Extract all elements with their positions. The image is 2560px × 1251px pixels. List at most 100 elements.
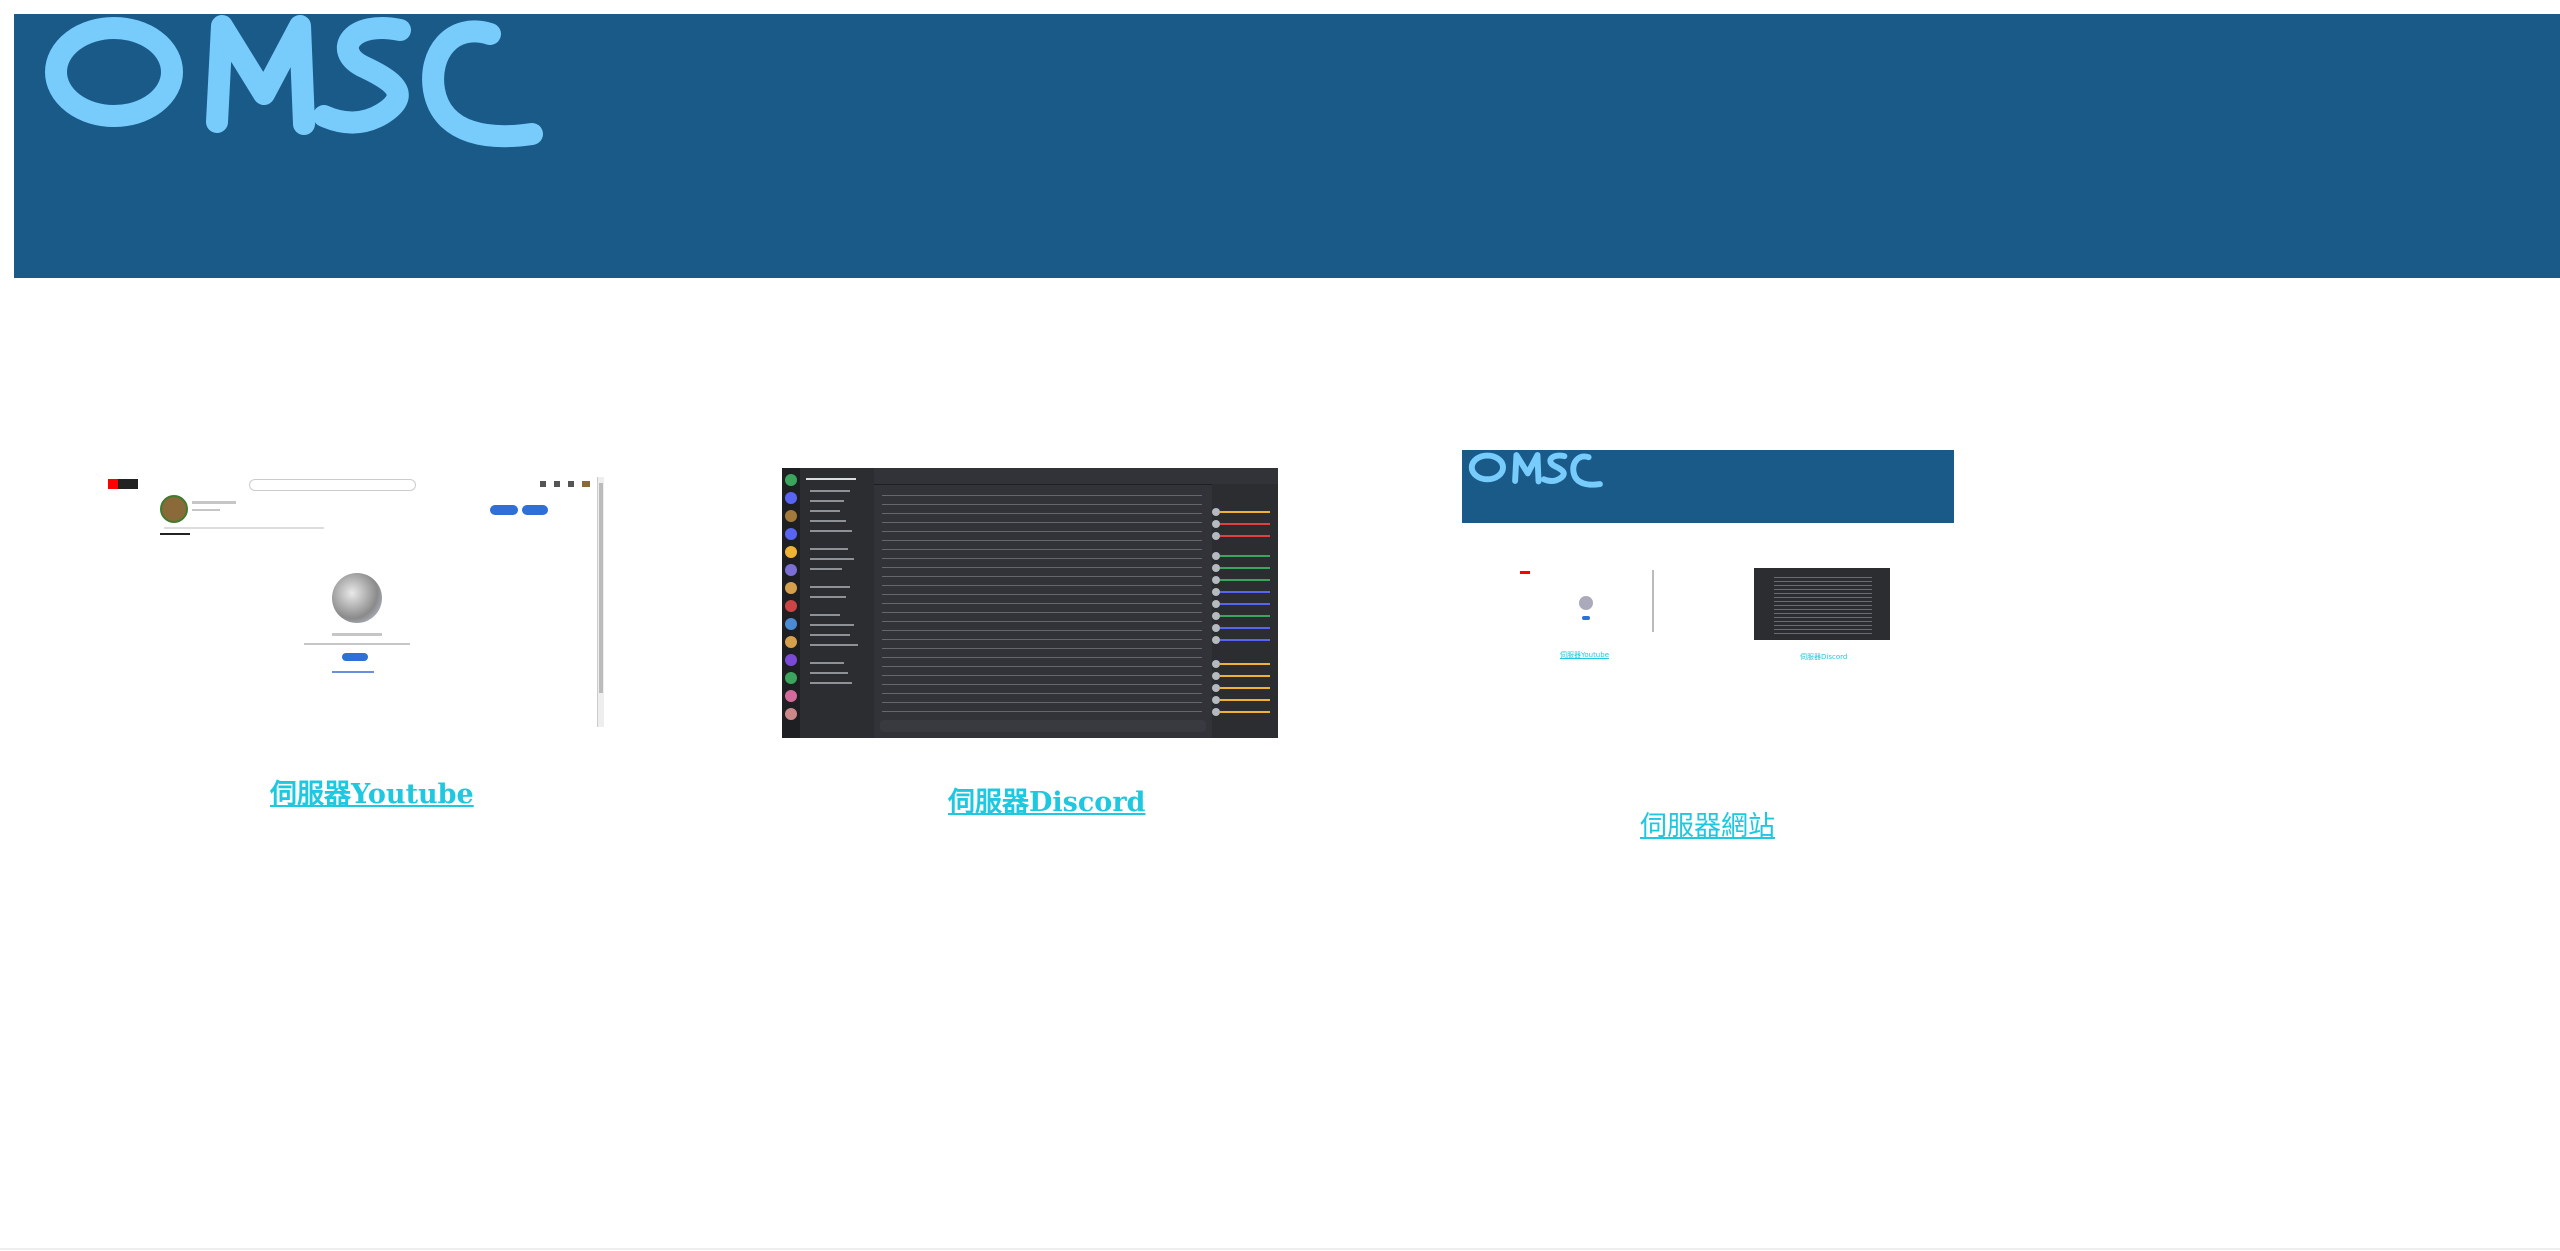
empty-channel-illustration-icon xyxy=(332,573,382,623)
empty-title-line xyxy=(332,633,382,636)
member-avatar xyxy=(1212,696,1220,704)
member-name xyxy=(1220,567,1270,569)
member-name xyxy=(1220,627,1270,629)
create-button xyxy=(342,653,368,661)
member-avatar xyxy=(1212,624,1220,632)
member-name xyxy=(1220,615,1270,617)
member-avatar xyxy=(1212,600,1220,608)
discord-member-list xyxy=(1212,484,1278,738)
website-preview-discord-link: 伺服器Discord xyxy=(1800,653,1848,660)
server-icon xyxy=(785,618,797,630)
channel-line xyxy=(810,624,854,626)
member-avatar xyxy=(1212,552,1220,560)
header-banner xyxy=(14,14,2560,278)
member-avatar xyxy=(1212,636,1220,644)
server-icon xyxy=(785,600,797,612)
member-name xyxy=(1220,579,1270,581)
page-bottom-divider xyxy=(0,1248,2560,1250)
member-name xyxy=(1220,535,1270,537)
youtube-link[interactable]: 伺服器Youtube xyxy=(270,772,474,811)
server-icon xyxy=(785,546,797,558)
youtube-top-icons xyxy=(540,481,590,487)
server-icon xyxy=(785,672,797,684)
server-icon xyxy=(785,474,797,486)
channel-name-line xyxy=(192,501,236,504)
channel-line xyxy=(810,634,850,636)
channel-avatar xyxy=(160,495,188,523)
server-icon xyxy=(785,654,797,666)
omsc-logo xyxy=(45,15,543,148)
youtube-thumbnail-link[interactable] xyxy=(104,473,604,733)
mini-avatar-icon xyxy=(1579,596,1593,610)
server-icon xyxy=(785,510,797,522)
discord-link[interactable]: 伺服器Discord xyxy=(948,780,1145,819)
website-preview-discord-thumb xyxy=(1754,568,1890,640)
channel-line xyxy=(810,530,852,532)
member-avatar xyxy=(1212,588,1220,596)
discord-thumbnail-link[interactable] xyxy=(782,468,1278,738)
youtube-logo-icon xyxy=(108,479,138,489)
member-name xyxy=(1220,639,1270,641)
member-name xyxy=(1220,687,1270,689)
channel-line xyxy=(810,510,840,512)
channel-line xyxy=(806,478,856,480)
member-name xyxy=(1220,675,1270,677)
discord-messages xyxy=(882,490,1202,712)
website-preview-youtube-link: 伺服器Youtube xyxy=(1560,651,1609,659)
discord-server-list xyxy=(782,468,800,738)
subscribe-pill xyxy=(490,505,518,515)
channel-line xyxy=(810,672,848,674)
member-avatar xyxy=(1212,612,1220,620)
server-icon xyxy=(785,582,797,594)
channel-line xyxy=(810,682,852,684)
empty-desc-line xyxy=(304,643,410,645)
member-avatar xyxy=(1212,532,1220,540)
channel-line xyxy=(810,500,844,502)
website-preview-logo xyxy=(1468,452,1603,488)
mini-messages xyxy=(1774,574,1872,634)
website-preview-youtube-thumb xyxy=(1516,568,1656,636)
website-thumbnail-link[interactable]: 伺服器Youtube 伺服器Discord xyxy=(1462,450,1954,660)
join-pill xyxy=(522,505,548,515)
learn-more-line xyxy=(332,671,374,673)
server-icon xyxy=(785,636,797,648)
youtube-search-box xyxy=(249,479,416,491)
mini-button xyxy=(1582,616,1590,620)
channel-line xyxy=(810,548,848,550)
member-avatar xyxy=(1212,660,1220,668)
member-avatar xyxy=(1212,564,1220,572)
channel-line xyxy=(810,586,850,588)
member-name xyxy=(1220,663,1270,665)
member-avatar xyxy=(1212,508,1220,516)
member-name xyxy=(1220,699,1270,701)
member-name xyxy=(1220,523,1270,525)
discord-message-input xyxy=(880,720,1206,732)
channel-line xyxy=(810,558,854,560)
server-icon xyxy=(785,528,797,540)
channel-line xyxy=(810,644,858,646)
member-name xyxy=(1220,603,1270,605)
channel-line xyxy=(810,490,850,492)
member-name xyxy=(1220,591,1270,593)
member-avatar xyxy=(1212,520,1220,528)
channel-tabs xyxy=(164,527,324,529)
website-preview-banner xyxy=(1462,450,1954,523)
youtube-topbar xyxy=(104,473,604,495)
channel-line xyxy=(810,596,846,598)
channel-tab-selected xyxy=(160,533,190,535)
channel-meta-line xyxy=(192,509,220,511)
youtube-scrollbar xyxy=(597,477,604,727)
website-link[interactable]: 伺服器網站 xyxy=(1640,804,1775,843)
channel-line xyxy=(810,614,840,616)
discord-channel-list xyxy=(800,468,874,738)
server-icon xyxy=(785,690,797,702)
channel-line xyxy=(810,662,844,664)
server-icon xyxy=(785,492,797,504)
channel-line xyxy=(810,520,846,522)
server-icon xyxy=(785,564,797,576)
member-name xyxy=(1220,711,1270,713)
member-avatar xyxy=(1212,708,1220,716)
mini-scrollbar xyxy=(1652,570,1654,632)
channel-line xyxy=(810,568,842,570)
member-avatar xyxy=(1212,672,1220,680)
